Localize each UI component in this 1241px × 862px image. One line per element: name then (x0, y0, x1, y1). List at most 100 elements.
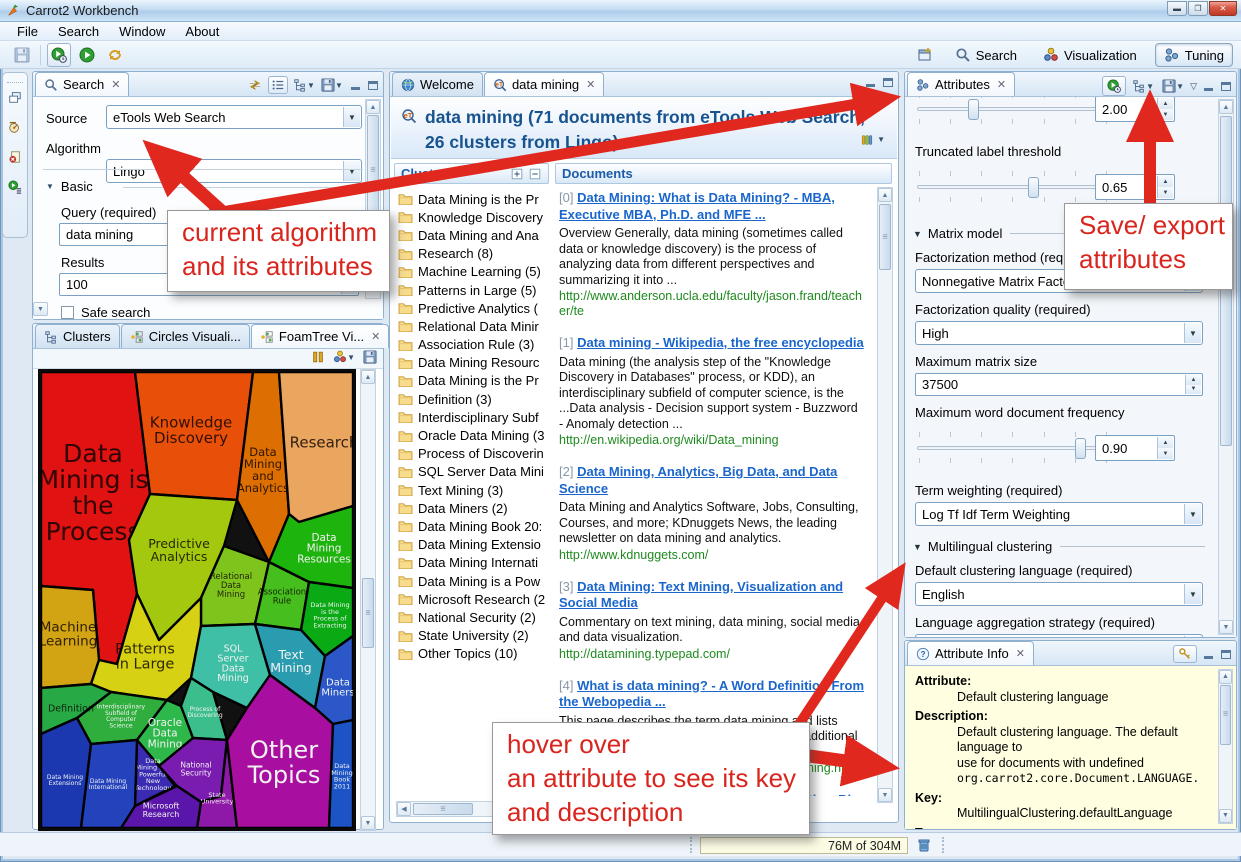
scroll-down-icon[interactable]: ▼ (361, 816, 375, 830)
attribute-info-scrollbar[interactable]: ▲ ▼ (1218, 669, 1233, 824)
minimize-view-button[interactable] (348, 79, 362, 92)
processes-view-button[interactable] (3, 175, 27, 199)
chevron-down-icon[interactable]: ▼ (1184, 636, 1201, 637)
show-keys-button[interactable] (1173, 645, 1197, 663)
benchmark-view-button[interactable] (3, 115, 27, 139)
scroll-down-icon[interactable]: ▼ (33, 302, 48, 316)
document-title-link[interactable]: Data Mining, Analytics, Big Data, and Da… (559, 464, 837, 496)
save-view-button[interactable]: ▼ (320, 76, 344, 94)
spin-up-icon[interactable]: ▲ (1186, 375, 1201, 385)
minimize-view-button[interactable] (1201, 80, 1215, 93)
foamtree-scrollbar[interactable]: ▲ ▼ (360, 369, 376, 831)
swap-source-algorithm-button[interactable] (246, 76, 264, 94)
strip-drag-handle[interactable] (7, 75, 23, 83)
cluster-item[interactable]: National Security (2) (398, 608, 549, 626)
maximize-view-button[interactable] (881, 76, 895, 89)
slider-track[interactable] (917, 446, 1107, 450)
slider-handle[interactable] (1075, 438, 1086, 459)
document-url[interactable]: http://datamining.typepad.com/ (559, 647, 865, 662)
close-window-button[interactable]: ✕ (1209, 1, 1237, 16)
close-icon[interactable]: ✕ (586, 78, 595, 91)
minimize-view-button[interactable] (863, 76, 877, 89)
tab-search[interactable]: Search✕ (35, 72, 129, 96)
cluster-item[interactable]: Data Mining Resourc (398, 354, 549, 372)
attributes-scrollbar[interactable]: ▲ ▼ (1218, 99, 1234, 635)
error-log-view-button[interactable] (3, 145, 27, 169)
maximize-window-button[interactable]: ❐ (1188, 1, 1208, 16)
cluster-item[interactable]: Data Mining Internati (398, 554, 549, 572)
scroll-left-icon[interactable]: ◀ (397, 802, 411, 816)
menu-about[interactable]: About (176, 23, 228, 40)
cluster-item[interactable]: Other Topics (10) (398, 645, 549, 663)
cluster-item[interactable]: Process of Discoverin (398, 445, 549, 463)
open-perspective-button[interactable] (913, 43, 937, 67)
scrollbar-thumb[interactable] (362, 578, 374, 648)
cluster-item[interactable]: Association Rule (3) (398, 336, 549, 354)
cluster-item[interactable]: Data Mining is the Pr (398, 372, 549, 390)
maximize-view-button[interactable] (366, 79, 380, 92)
safe-search-checkbox[interactable] (61, 306, 74, 319)
term-weighting-combo[interactable]: Log Tf Idf Term Weighting▼ (915, 502, 1203, 526)
spin-down-icon[interactable]: ▼ (1158, 109, 1173, 120)
chevron-down-icon[interactable]: ▼ (1184, 323, 1201, 343)
tab-circles-visualization[interactable]: Circles Visuali... (121, 324, 250, 348)
tab-foamtree-visualization[interactable]: FoamTree Vi...✕ (251, 324, 389, 348)
close-icon[interactable]: ✕ (111, 78, 120, 91)
scroll-up-icon[interactable]: ▲ (1219, 670, 1232, 684)
cluster-item[interactable]: Data Mining is a Pow (398, 572, 549, 590)
chevron-down-icon[interactable]: ▼ (343, 107, 360, 127)
scroll-up-icon[interactable]: ▲ (1219, 100, 1233, 114)
save-attributes-button[interactable]: ▼ (1160, 77, 1186, 95)
maximize-view-button[interactable] (1219, 648, 1233, 661)
safe-search-row[interactable]: Safe search (61, 305, 150, 319)
close-icon[interactable]: ✕ (1016, 647, 1025, 660)
language-aggregation-strategy-combo[interactable]: ▼ (915, 634, 1203, 637)
document-url[interactable]: http://en.wikipedia.org/wiki/Data_mining (559, 433, 865, 448)
cluster-item[interactable]: SQL Server Data Mini (398, 463, 549, 481)
tab-clusters-viz[interactable]: Clusters (35, 324, 120, 348)
cluster-item[interactable]: Text Mining (3) (398, 481, 549, 499)
grouping-button[interactable]: ▼ (1130, 77, 1156, 95)
slider-track[interactable] (917, 185, 1107, 189)
minimize-view-button[interactable] (1201, 648, 1215, 661)
document-title-link[interactable]: What is data mining? - A Word Definition… (559, 678, 864, 710)
slider-handle[interactable] (968, 99, 979, 120)
process-and-schedule-button[interactable] (47, 43, 71, 67)
factorization-quality-combo[interactable]: High▼ (915, 321, 1203, 345)
cluster-item[interactable]: Data Mining and Ana (398, 226, 549, 244)
document-url[interactable]: http://www.anderson.ucla.edu/faculty/jas… (559, 289, 865, 319)
scroll-up-icon[interactable]: ▲ (366, 100, 380, 114)
cluster-item[interactable]: Oracle Data Mining (3 (398, 426, 549, 444)
status-grip[interactable] (942, 837, 945, 853)
cluster-item[interactable]: Data Mining is the Pr (398, 190, 549, 208)
scrollbar-thumb[interactable] (367, 115, 379, 225)
scroll-down-icon[interactable]: ▼ (1219, 620, 1233, 634)
scrollbar-thumb[interactable] (413, 803, 473, 815)
scrollbar-thumb[interactable] (879, 204, 891, 270)
spin-down-icon[interactable]: ▼ (1186, 385, 1201, 395)
slider-value[interactable]: 0.65▲▼ (1095, 174, 1175, 200)
save-image-icon[interactable] (363, 350, 377, 364)
minimize-window-button[interactable]: ▬ (1167, 1, 1187, 16)
foamtree-chart[interactable]: Data Mining is the ProcessDataMining ist… (41, 372, 353, 828)
perspective-tuning[interactable]: Tuning (1155, 43, 1233, 67)
maximize-view-button[interactable] (1219, 80, 1233, 93)
chevron-down-icon[interactable]: ▼ (1184, 504, 1201, 524)
status-grip[interactable] (690, 837, 693, 853)
scroll-up-icon[interactable]: ▲ (878, 188, 892, 202)
chevron-down-icon[interactable]: ▼ (343, 161, 360, 181)
view-menu-icon[interactable]: ▽ (1190, 81, 1197, 92)
source-combo[interactable]: eTools Web Search▼ (106, 105, 362, 129)
cluster-item[interactable]: Data Mining Book 20: (398, 517, 549, 535)
slider-handle[interactable] (1028, 177, 1039, 198)
menu-file[interactable]: File (8, 23, 47, 40)
slider-track[interactable] (917, 107, 1107, 111)
spin-up-icon[interactable]: ▲ (1158, 98, 1173, 109)
close-icon[interactable]: ✕ (371, 330, 380, 343)
color-scheme-button[interactable]: ▼ (333, 350, 355, 364)
flat-list-button[interactable] (268, 76, 288, 94)
basic-section-header[interactable]: ▼Basic (46, 179, 93, 194)
document-title-link[interactable]: Data mining - Wikipedia, the free encycl… (577, 335, 864, 350)
collapse-all-icon[interactable] (528, 167, 542, 181)
titlebar[interactable]: Carrot2 Workbench ▬ ❐ ✕ (0, 0, 1241, 22)
